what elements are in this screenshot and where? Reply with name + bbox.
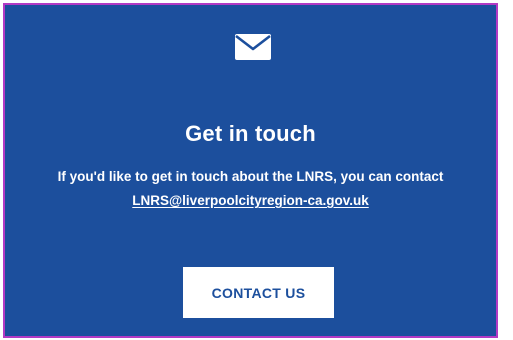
contact-intro-text: If you'd like to get in touch about the … — [57, 169, 444, 184]
contact-us-button[interactable]: CONTACT US — [183, 267, 334, 318]
contact-description: If you'd like to get in touch about the … — [5, 165, 496, 213]
envelope-icon — [235, 34, 271, 60]
card-title: Get in touch — [185, 121, 316, 146]
contact-card: Get in touch If you'd like to get in tou… — [3, 3, 498, 338]
email-link[interactable]: LNRS@liverpoolcityregion-ca.gov.uk — [132, 193, 368, 208]
